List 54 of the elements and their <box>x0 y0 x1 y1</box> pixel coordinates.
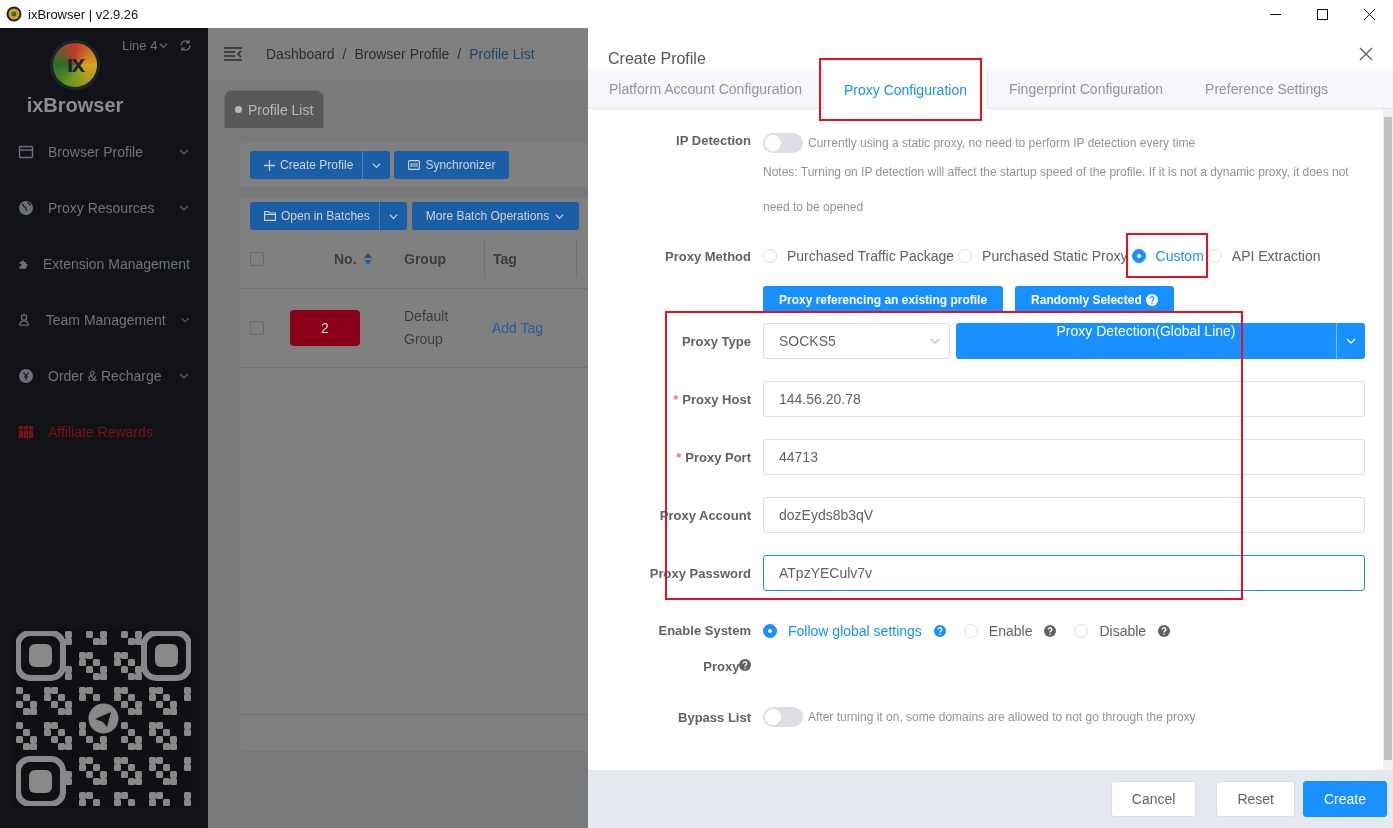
field-label: * Proxy Port <box>675 449 751 465</box>
note-text: Notes: Turning on IP detection will affect the startup speed of the profile. If it is not a dynamic proxy, it does not need to be opened <box>763 164 1350 216</box>
radio-option[interactable]: API Extraction <box>1207 248 1321 264</box>
column-header: Group <box>403 251 447 267</box>
dialog-tab[interactable]: Preference Settings <box>1184 70 1349 108</box>
radio-option[interactable]: Purchased Static Proxy <box>958 248 1128 264</box>
dialog-title: Create Profile <box>608 50 707 68</box>
dialog-tab[interactable]: Fingerprint Configuration <box>987 70 1185 108</box>
radio-option[interactable]: Custom <box>1131 248 1204 264</box>
breadcrumb-separator: / <box>342 46 347 62</box>
radio-option[interactable]: Enable <box>963 623 1033 639</box>
input-field[interactable]: 144.56.20.78 <box>763 381 1365 417</box>
input-field[interactable]: dozEyds8b3qV <box>763 497 1365 533</box>
input-field[interactable]: 44713 <box>763 439 1365 475</box>
breadcrumb-item[interactable]: Dashboard <box>266 46 335 62</box>
breadcrumb-separator: / <box>457 46 462 62</box>
field-label: Bypass List <box>677 709 751 725</box>
sidebar-item[interactable]: Order & Recharge <box>0 348 208 404</box>
sidebar-item[interactable]: Extension Management <box>0 236 208 292</box>
column-header: Tag <box>493 251 517 267</box>
number-badge: 2 <box>290 310 360 346</box>
breadcrumb-item[interactable]: Browser Profile <box>354 46 450 62</box>
sidebar-item[interactable]: Team Management <box>0 292 208 348</box>
action-button[interactable]: Proxy referencing an existing profile <box>763 286 1004 313</box>
create-button[interactable]: Create <box>1302 781 1387 817</box>
toolbar-button[interactable]: Synchronizer <box>394 151 510 179</box>
input-field[interactable]: ATpzYECulv7v <box>763 555 1365 591</box>
dialog-tab[interactable]: Platform Account Configuration <box>588 70 823 108</box>
page-tab[interactable]: Profile List <box>224 90 325 128</box>
sidebar-item[interactable]: Browser Profile <box>0 124 208 180</box>
footer-button[interactable]: Cancel <box>1110 781 1197 817</box>
line-selector[interactable]: Line 4 <box>122 38 170 53</box>
hint-text: Currently using a static proxy, no need to perform IP detection every time <box>808 136 1196 150</box>
field-label: * Proxy Host <box>672 391 751 407</box>
column-header: No. <box>334 251 357 267</box>
dialog-tab[interactable]: Proxy Configuration <box>823 70 988 109</box>
field-label: Proxy Type <box>680 333 751 349</box>
field-label: Enable System Proxy <box>657 622 751 676</box>
table-cell-text: Default Group <box>403 307 450 349</box>
action-button[interactable]: Randomly Selected <box>1015 286 1174 313</box>
radio-option[interactable]: Purchased Traffic Package <box>763 248 955 264</box>
footer-button[interactable]: Reset <box>1216 781 1295 817</box>
toolbar-button[interactable]: More Batch Operations <box>411 202 580 230</box>
radio-option[interactable]: Disable <box>1074 623 1147 639</box>
window-title: ixBrowser | v2.9.26 <box>28 6 139 22</box>
select-field[interactable]: SOCKS5 <box>763 323 950 359</box>
breadcrumb-item: Profile List <box>469 46 535 62</box>
brand-name: ixBrowser <box>26 94 124 117</box>
sidebar-item[interactable]: Proxy Resources <box>0 180 208 236</box>
field-label: IP Detection <box>675 133 751 150</box>
hint-text: After turning it on, some domains are allowed to not go through the proxy <box>808 710 1196 724</box>
field-label: Proxy Method <box>664 248 751 264</box>
radio-option[interactable]: Follow global settings <box>763 623 922 639</box>
proxy-detection-button[interactable]: Proxy Detection(Global Line) <box>956 323 1336 359</box>
